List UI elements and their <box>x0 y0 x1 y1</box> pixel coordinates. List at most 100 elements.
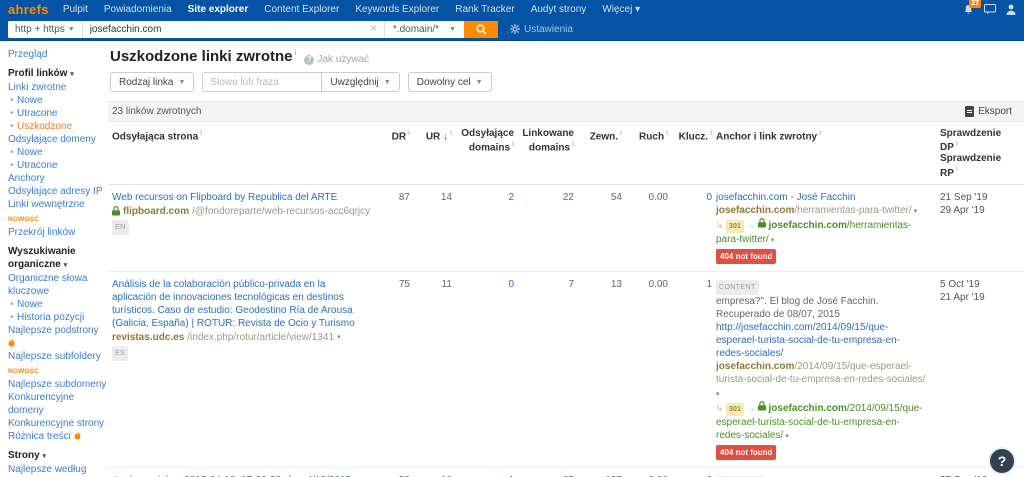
sidebar-item-utracone[interactable]: Utracone <box>8 159 108 172</box>
column-dr[interactable]: DR <box>374 128 410 179</box>
sidebar-item-odsyłające-adresy-ip[interactable]: Odsyłające adresy IP <box>8 185 108 198</box>
rel-attribute-badge: CONTENT <box>716 280 759 295</box>
include-dropdown[interactable]: Uwzględnij▼ <box>321 73 398 91</box>
how-to-use-link[interactable]: ? Jak używać <box>304 54 369 65</box>
sidebar-item-anchory[interactable]: Anchory <box>8 172 108 185</box>
ahrefs-logo[interactable]: ahrefs <box>8 2 49 17</box>
column-keywords[interactable]: Klucz. <box>672 128 712 179</box>
notifications-bell-icon[interactable]: 27 <box>963 4 974 15</box>
chevron-down-icon[interactable]: ▾ <box>769 237 774 244</box>
sidebar-item-przekrój-linków[interactable]: Przekrój linków <box>8 226 108 239</box>
lock-icon <box>112 206 120 216</box>
protocol-dropdown[interactable]: http + https▼ <box>8 21 83 38</box>
link-type-filter[interactable]: Rodzaj linka▼ <box>110 72 194 92</box>
column-referring-domains[interactable]: Odsyłające domains <box>456 128 514 179</box>
sidebar-item-najlepsze-subdomeny[interactable]: Najlepsze subdomeny <box>8 378 108 391</box>
search-mode-dropdown[interactable]: *.domain/*▼ <box>384 21 464 38</box>
sidebar-item-utracone[interactable]: Utracone <box>8 107 108 120</box>
sidebar-item-najlepsze-według-linków[interactable]: Najlepsze według linków <box>8 463 108 477</box>
column-ur[interactable]: UR ↓ <box>414 128 452 179</box>
referring-page-url[interactable]: revistas.udc.es/index.php/rotur/article/… <box>112 331 370 344</box>
keywords-value: 0 <box>672 191 712 264</box>
sidebar-item-konkurencyjne-domeny[interactable]: Konkurencyjne domeny <box>8 391 108 417</box>
sidebar-item-linki-zwrotne[interactable]: Linki zwrotne <box>8 81 108 94</box>
chevron-down-icon: ▼ <box>476 79 483 86</box>
menu-item-keywords-explorer[interactable]: Keywords Explorer <box>355 4 439 15</box>
menu-item-wi-cej-[interactable]: Więcej ▾ <box>602 4 640 15</box>
search-button[interactable] <box>464 21 498 38</box>
sidebar-item-najlepsze-podstrony[interactable]: Najlepsze podstrony <box>8 324 108 350</box>
export-button[interactable]: Eksport <box>965 106 1012 117</box>
sidebar-item-odsyłające-domeny[interactable]: Odsyłające domeny <box>8 133 108 146</box>
sidebar-item-nowe[interactable]: Nowe <box>8 146 108 159</box>
menu-item-content-explorer[interactable]: Content Explorer <box>264 4 339 15</box>
sidebar-item-linki-wewnętrzne[interactable]: Linki wewnętrzne NOWOŚĆ <box>8 198 108 226</box>
referring-domains-value: 1 <box>456 474 514 477</box>
user-account-icon[interactable] <box>1006 4 1016 15</box>
column-linked-domains[interactable]: Linkowane domains <box>518 128 574 179</box>
keywords-link[interactable]: 1 <box>706 279 712 290</box>
sidebar-item-organiczne-słowa-kluczowe[interactable]: Organiczne słowa kluczowe <box>8 272 108 298</box>
referring-domains-link[interactable]: 0 <box>508 279 514 290</box>
sidebar-section-strony[interactable]: Strony ▾ <box>8 449 108 463</box>
column-external[interactable]: Zewn. <box>578 128 622 179</box>
menu-item-pulpit[interactable]: Pulpit <box>63 4 88 15</box>
table-row: Web recursos on Flipboard by Republica d… <box>108 185 1024 272</box>
anchor-link[interactable]: josefacchin.com - José Facchin <box>716 192 856 203</box>
sidebar-item-różnica-treści[interactable]: Różnica treści <box>8 430 108 443</box>
chevron-down-icon: ▼ <box>68 26 75 33</box>
sidebar-item-uszkodzone[interactable]: Uszkodzone <box>8 120 108 133</box>
sidebar-item-przegląd[interactable]: Przegląd <box>8 48 108 61</box>
external-links-value: 13 <box>578 278 622 460</box>
menu-item-audyt-strony[interactable]: Audyt strony <box>531 4 587 15</box>
new-badge: NOWOŚĆ <box>8 216 39 223</box>
check-dates-cell: 5 Oct '1921 Apr '19 <box>940 278 1018 460</box>
referring-page-title-link[interactable]: Análisis de la colaboración público-priv… <box>112 278 370 330</box>
referring-page-title-link[interactable]: Web recursos on Flipboard by Republica d… <box>112 191 370 204</box>
backlink-url[interactable]: josefacchin.com/2014/09/15/que-esperael-… <box>716 360 926 401</box>
linked-domains-value: 7 <box>518 278 574 460</box>
referring-page-url[interactable]: flipboard.com/@fondoreparte/web-recursos… <box>112 205 370 218</box>
sidebar-item-nowe[interactable]: Nowe <box>8 298 108 311</box>
sidebar-item-nowe[interactable]: Nowe <box>8 94 108 107</box>
chat-icon[interactable] <box>984 4 996 14</box>
dr-value: 58 <box>374 474 410 477</box>
menu-item-rank-tracker[interactable]: Rank Tracker <box>455 4 514 15</box>
sidebar-item-konkurencyjne-strony[interactable]: Konkurencyjne strony <box>8 417 108 430</box>
anchor-link[interactable]: http://josefacchin.com/2014/09/15/que-es… <box>716 322 900 359</box>
export-file-icon <box>965 106 974 117</box>
chevron-down-icon[interactable]: ▾ <box>912 208 917 215</box>
arrow-right-icon: → <box>744 220 758 230</box>
traffic-value: 0.00 <box>626 191 668 264</box>
sidebar-item-najlepsze-subfoldery[interactable]: Najlepsze subfoldery NOWOŚĆ <box>8 350 108 378</box>
chevron-down-icon[interactable]: ▾ <box>716 391 720 398</box>
target-input[interactable] <box>83 21 364 38</box>
sidebar-item-historia-pozycji[interactable]: Historia pozycji <box>8 311 108 324</box>
sidebar-section-wyszukiwanie-organiczne[interactable]: Wyszukiwanie organiczne ▾ <box>8 245 108 272</box>
settings-button[interactable]: Ustawienia <box>510 24 573 35</box>
target-filter[interactable]: Dowolny cel▼ <box>408 72 492 92</box>
sidebar-section-profil-link-w[interactable]: Profil linków ▾ <box>8 67 108 81</box>
chevron-down-icon[interactable]: ▾ <box>783 433 788 440</box>
phrase-filter-input[interactable] <box>203 73 321 91</box>
keywords-link[interactable]: 0 <box>706 192 712 203</box>
backlinks-table-body: Web recursos on Flipboard by Republica d… <box>108 185 1024 477</box>
column-anchor[interactable]: Anchor i link zwrotny <box>716 128 936 179</box>
menu-item-powiadomienia[interactable]: Powiadomienia <box>104 4 172 15</box>
column-traffic[interactable]: Ruch <box>626 128 668 179</box>
column-referring-page[interactable]: Odsyłająca strona <box>112 128 370 179</box>
chevron-down-icon[interactable]: ▾ <box>337 331 341 344</box>
referring-domains-link[interactable]: 2 <box>508 192 514 203</box>
linked-domains-link[interactable]: 7 <box>568 279 574 290</box>
linked-domains-link[interactable]: 22 <box>563 192 574 203</box>
chevron-down-icon: ▾ <box>42 453 46 460</box>
backlink-url[interactable]: josefacchin.com/herramientas-para-twitte… <box>716 204 926 218</box>
menu-item-site-explorer[interactable]: Site explorer <box>188 4 249 15</box>
linked-domains-value: 22 <box>518 191 574 264</box>
help-fab-button[interactable]: ? <box>988 447 1016 475</box>
column-check-dates[interactable]: Sprawdzenie DP Sprawdzenie RP <box>940 128 1018 179</box>
clear-input-icon[interactable]: ✕ <box>364 24 384 35</box>
referring-page-cell: #redessociales_2015-04-18_17-36-28.xlsx,… <box>112 474 370 477</box>
anchor-text: empresa?". El blog de José Facchin. Recu… <box>716 296 879 320</box>
referring-page-title-link[interactable]: #redessociales_2015-04-18_17-36-28.xlsx,… <box>112 474 370 477</box>
